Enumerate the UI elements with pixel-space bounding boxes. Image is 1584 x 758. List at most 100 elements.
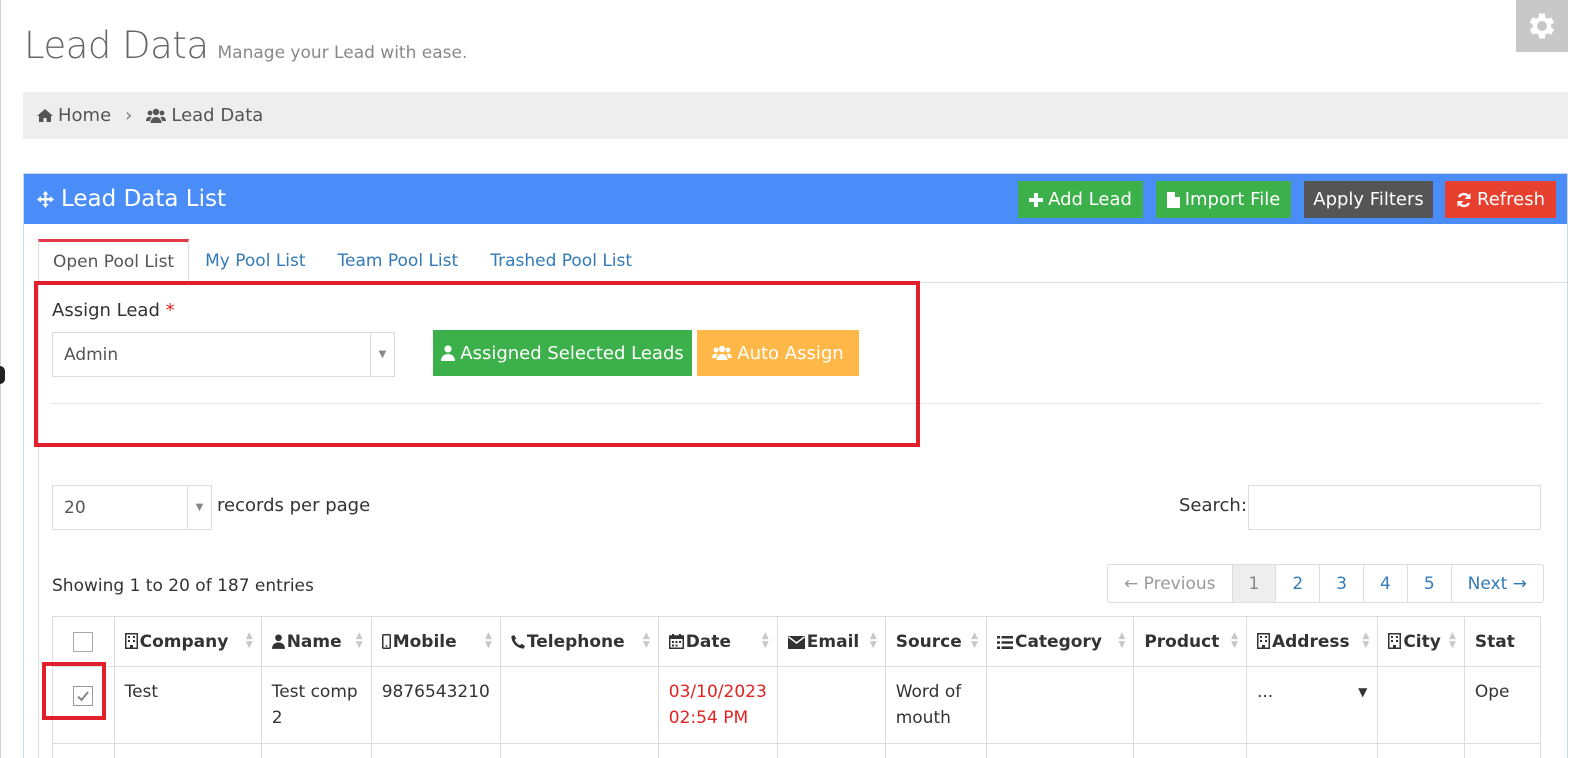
sort-icon: ▲ ▼	[355, 631, 363, 650]
building-icon	[124, 632, 138, 649]
envelope-icon	[787, 635, 805, 649]
cell-mobile	[370, 743, 501, 758]
pool-tabs: Open Pool List My Pool List Team Pool Li…	[38, 239, 648, 282]
caret-down-icon[interactable]: ▼	[1358, 679, 1367, 705]
cell-category	[985, 743, 1135, 758]
table-row[interactable]: Test Test comp 2 9876543210 03/10/2023 02:…	[52, 666, 1541, 744]
refresh-icon	[1457, 192, 1471, 207]
table-row[interactable]	[52, 743, 1541, 758]
column-header-name[interactable]: Name ▲ ▼	[260, 616, 372, 667]
sidebar-toggle-handle[interactable]	[0, 366, 5, 384]
column-label-mobile: Mobile	[392, 631, 457, 652]
breadcrumb-home-label: Home	[58, 105, 112, 126]
sort-icon: ▲ ▼	[1362, 631, 1370, 650]
pagination-next[interactable]: Next →	[1450, 565, 1543, 602]
column-label-source: Source	[895, 631, 962, 652]
apply-filters-button[interactable]: Apply Filters	[1304, 181, 1433, 218]
breadcrumb-separator-icon: ›	[125, 105, 133, 126]
pagination: ← Previous 1 2 3 4 5 Next →	[1107, 564, 1544, 603]
add-lead-label: Add Lead	[1048, 189, 1132, 210]
column-label-telephone: Telephone	[526, 631, 625, 652]
row-select-cell	[52, 743, 115, 758]
leads-table-wrapper: Company ▲ ▼ Name ▲ ▼ Mobile ▲ ▼ Telephone ▲ ▼ Da…	[52, 616, 1541, 758]
cell-source	[884, 743, 987, 758]
column-header-source[interactable]: Source ▲ ▼	[884, 616, 987, 667]
portlet-title-text: Lead Data List	[61, 186, 226, 212]
import-file-label: Import File	[1184, 189, 1281, 210]
file-icon	[1166, 191, 1180, 208]
settings-gear-button[interactable]	[1516, 0, 1568, 52]
portlet-title: Lead Data List	[37, 186, 226, 212]
cell-date-line1: 03/10/2023	[668, 682, 767, 702]
cell-address-value: ...	[1256, 682, 1274, 702]
pagination-page-4[interactable]: 4	[1362, 565, 1407, 602]
cell-name	[260, 743, 372, 758]
phone-icon	[511, 634, 525, 649]
cell-source-line1: Word of	[895, 682, 962, 702]
highlight-box-assign	[34, 281, 920, 447]
column-header-mobile[interactable]: Mobile ▲ ▼	[370, 616, 501, 667]
breadcrumb-current: Lead Data	[146, 105, 263, 126]
breadcrumb: Home › Lead Data	[23, 92, 1568, 139]
sort-icon: ▲ ▼	[245, 631, 253, 650]
tab-open-pool-list[interactable]: Open Pool List	[38, 239, 190, 282]
entries-info: Showing 1 to 20 of 187 entries	[52, 576, 314, 596]
column-header-email[interactable]: Email ▲ ▼	[776, 616, 886, 667]
page-title-text: Lead Data	[24, 24, 209, 67]
records-per-page-select[interactable]: 20 ▼	[52, 485, 212, 530]
lead-data-portlet: Lead Data List Add Lead Import File Appl…	[23, 173, 1568, 758]
column-header-address[interactable]: Address ▲ ▼	[1245, 616, 1379, 667]
sort-icon: ▲ ▼	[869, 631, 877, 650]
cell-source-line2: mouth	[895, 708, 951, 728]
dropdown-arrow-icon: ▼	[187, 486, 211, 529]
pagination-page-1[interactable]: 1	[1231, 565, 1276, 602]
pagination-page-2[interactable]: 2	[1275, 565, 1319, 602]
column-header-telephone[interactable]: Telephone ▲ ▼	[499, 616, 659, 667]
cell-mobile: 9876543210	[370, 666, 501, 744]
tab-my-pool-list[interactable]: My Pool List	[189, 239, 321, 282]
page-subtitle: Manage your Lead with ease.	[217, 43, 468, 63]
tab-trashed-pool-list[interactable]: Trashed Pool List	[474, 239, 648, 282]
cell-date	[657, 743, 778, 758]
pagination-previous[interactable]: ← Previous	[1108, 565, 1232, 602]
records-per-page-label: records per page	[217, 495, 371, 516]
column-header-product[interactable]: Product ▲ ▼	[1133, 616, 1247, 667]
calendar-icon	[668, 633, 684, 649]
column-header-city[interactable]: City ▲ ▼	[1377, 616, 1465, 667]
sort-icon: ▲ ▼	[642, 631, 650, 650]
column-header-category[interactable]: Category ▲ ▼	[985, 616, 1135, 667]
column-header-company[interactable]: Company ▲ ▼	[113, 616, 262, 667]
cell-city	[1377, 743, 1465, 758]
refresh-button[interactable]: Refresh	[1445, 181, 1556, 218]
records-per-page-value: 20	[64, 497, 86, 518]
cell-name: Test comp 2	[260, 666, 372, 744]
cell-product	[1133, 666, 1247, 744]
cell-telephone	[499, 743, 659, 758]
cell-status	[1463, 743, 1541, 758]
leads-table: Company ▲ ▼ Name ▲ ▼ Mobile ▲ ▼ Telephone ▲ ▼ Da…	[52, 616, 1541, 758]
breadcrumb-home[interactable]: Home	[37, 105, 111, 126]
building-icon	[1388, 632, 1402, 649]
cell-address[interactable]: ... ▼	[1245, 666, 1379, 744]
cell-date-line2: 02:54 PM	[668, 708, 749, 728]
pagination-page-5[interactable]: 5	[1406, 565, 1451, 602]
mobile-phone-icon	[381, 633, 391, 649]
cell-email	[776, 666, 886, 744]
search-input[interactable]	[1248, 485, 1541, 530]
cell-product	[1133, 743, 1247, 758]
add-lead-button[interactable]: Add Lead	[1018, 181, 1143, 218]
cell-category	[985, 666, 1135, 744]
import-file-button[interactable]: Import File	[1156, 181, 1291, 218]
select-all-header	[52, 616, 115, 667]
tab-team-pool-list[interactable]: Team Pool List	[322, 239, 475, 282]
column-header-status[interactable]: Stat	[1463, 616, 1541, 667]
column-label-email: Email	[806, 631, 860, 652]
pagination-page-3[interactable]: 3	[1319, 565, 1363, 602]
cell-company: Test	[113, 666, 262, 744]
select-all-checkbox[interactable]	[73, 631, 94, 652]
column-header-date[interactable]: Date ▲ ▼	[657, 616, 778, 667]
home-icon	[37, 109, 53, 122]
column-label-name: Name	[286, 631, 342, 652]
list-icon	[996, 635, 1013, 649]
column-label-company: Company	[139, 631, 229, 652]
